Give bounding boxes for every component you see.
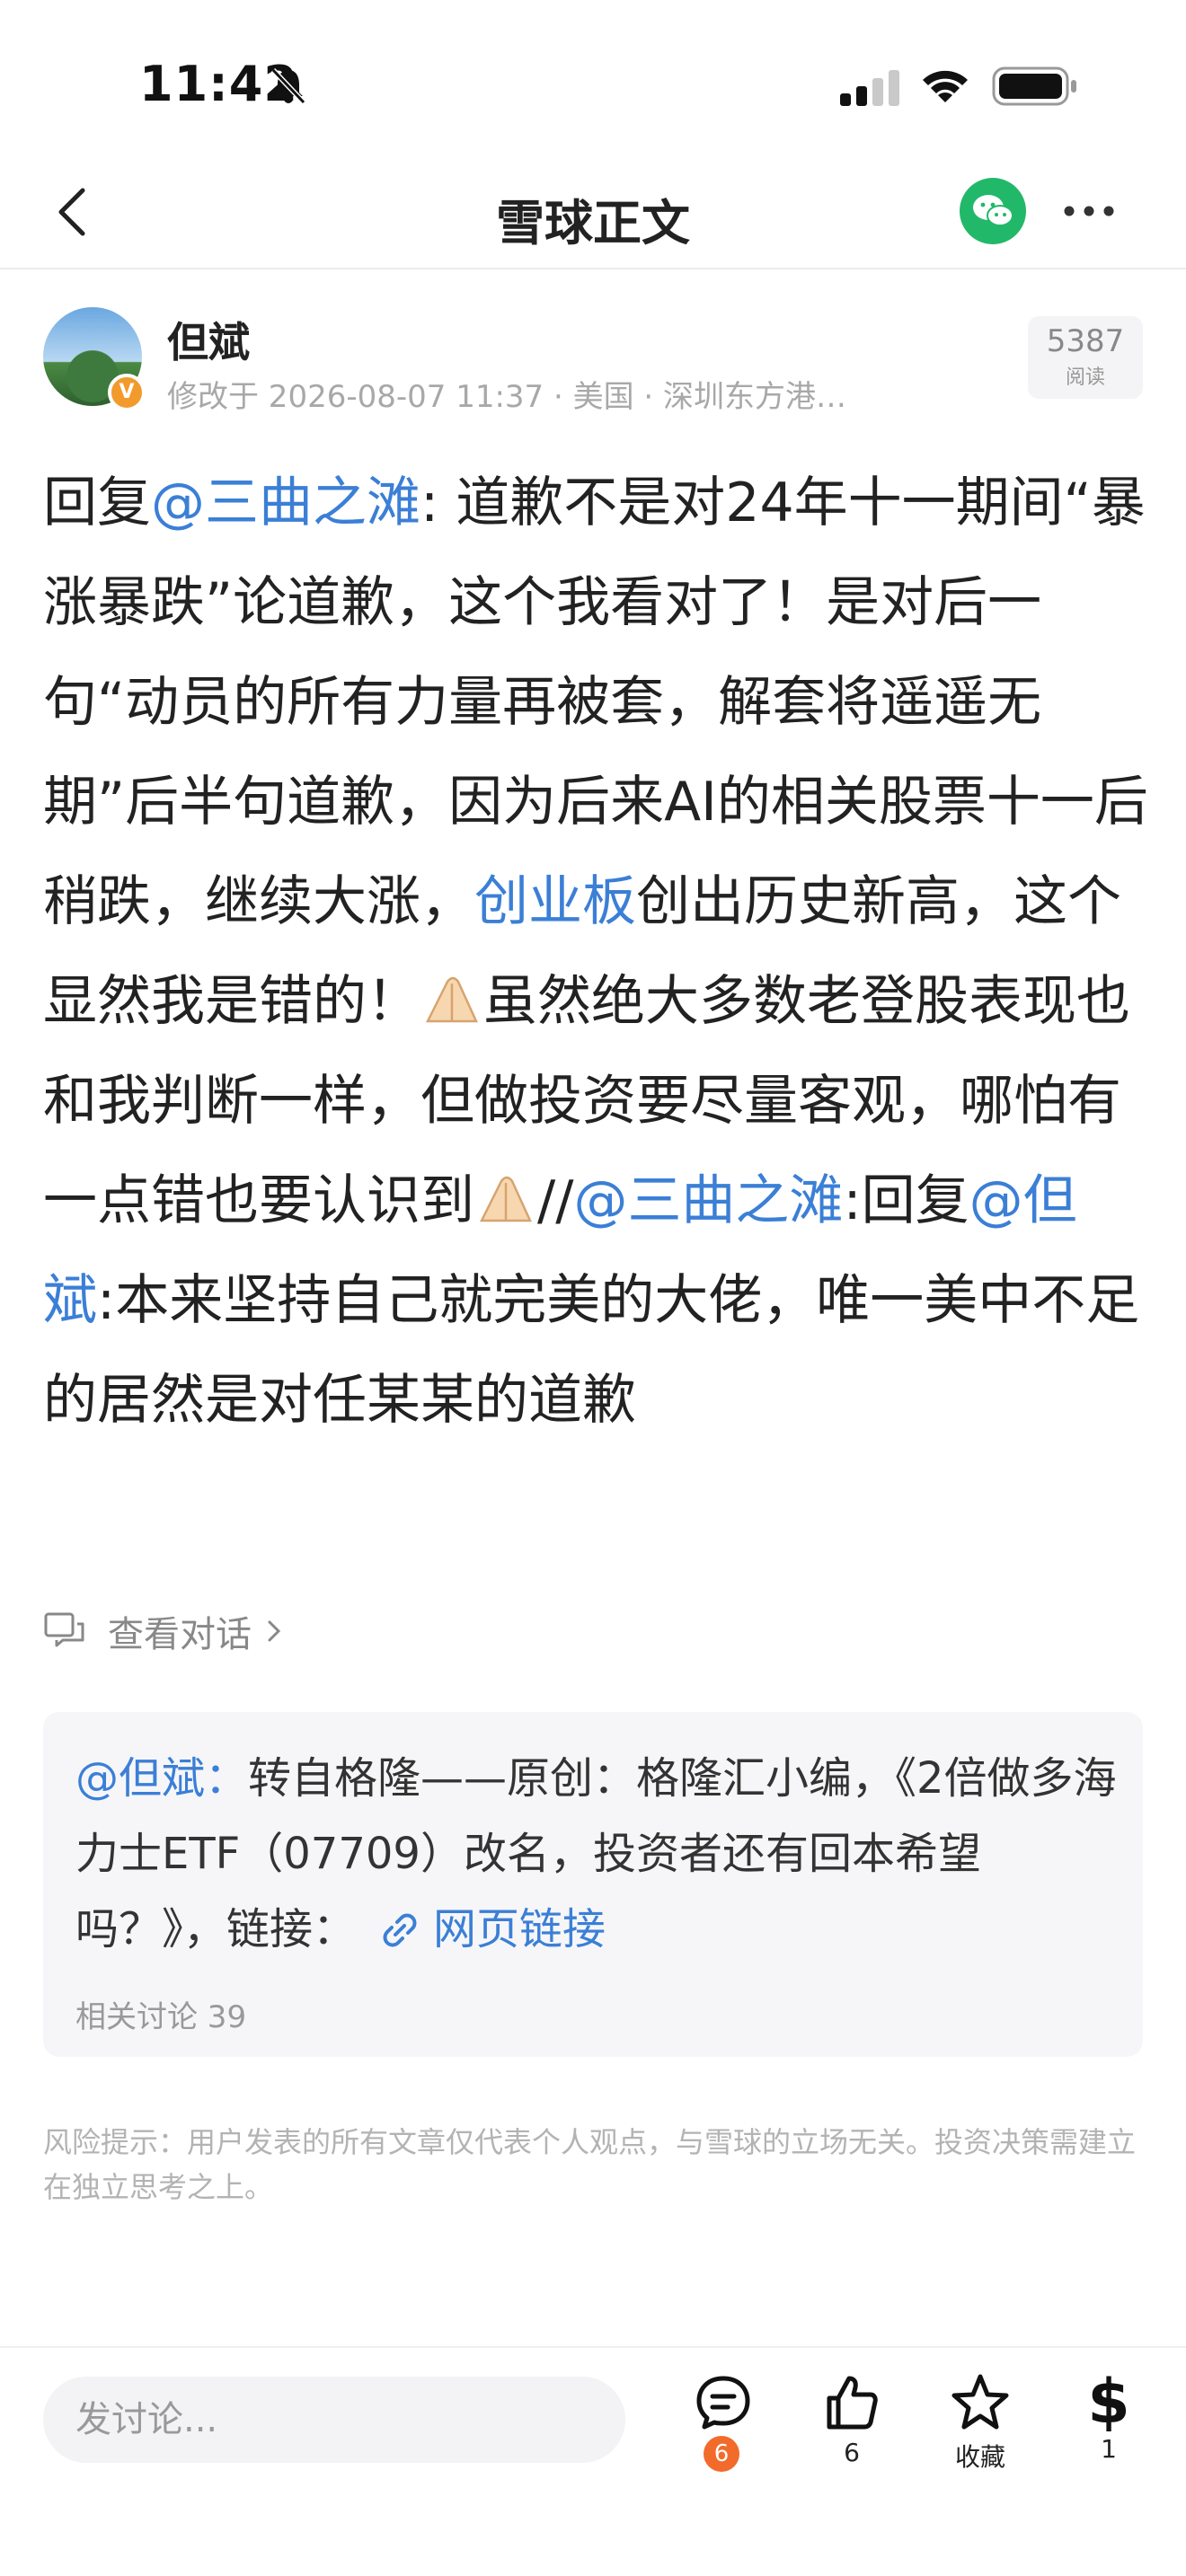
more-options-icon[interactable] [1060, 198, 1118, 225]
wechat-share-button[interactable] [960, 178, 1026, 244]
like-count: 6 [844, 2438, 860, 2467]
post-text: : 道歉不是对24年十一期间“暴涨暴跌”论道歉，这个我看对了！是对后一句“动员的… [43, 472, 1148, 933]
folded-hands-emoji-icon [425, 976, 478, 1023]
post-text: :回复 [843, 1169, 969, 1232]
post-text: 回复 [43, 472, 151, 534]
stock-tag-link[interactable]: 创业板 [474, 870, 636, 933]
bottom-action-bar: 发讨论... 6 6 收藏 $ 1 [0, 2346, 1186, 2576]
author-name[interactable]: 但斌 [167, 310, 250, 369]
dialog-bubbles-icon [44, 1612, 84, 1647]
comment-count-badge: 6 [704, 2436, 739, 2472]
post-body: 回复@三曲之滩: 道歉不是对24年十一期间“暴涨暴跌”论道歉，这个我看对了！是对… [43, 454, 1148, 1451]
risk-notice: 风险提示：用户发表的所有文章仅代表个人观点，与雪球的立场无关。投资决策需建立在独… [43, 2125, 1137, 2204]
comment-icon [696, 2376, 750, 2430]
post-text: :本来坚持自己就完美的大佬，唯一美中不足的居然是对任某某的道歉 [43, 1269, 1140, 1432]
view-dialog-label: 查看对话 [108, 1614, 252, 1655]
quote-mention-link[interactable]: @但斌： [75, 1753, 248, 1804]
read-count: 5387 [1046, 323, 1125, 359]
post-meta: 修改于 2026-08-07 11:37 · 美国 · 深圳东方港… [167, 379, 847, 415]
web-link[interactable]: 网页链接 [433, 1904, 606, 1954]
folded-hands-emoji-icon [479, 1176, 532, 1222]
bell-slash-icon [270, 67, 306, 105]
reward-count: 1 [1101, 2434, 1117, 2464]
chevron-right-icon [268, 1620, 281, 1642]
related-discussions[interactable]: 相关讨论 39 [75, 1992, 246, 2036]
read-label: 阅读 [1065, 366, 1105, 389]
post-text: // [537, 1169, 574, 1232]
star-icon [951, 2374, 1009, 2430]
mention-link[interactable]: @三曲之滩 [573, 1169, 843, 1232]
status-bar: 11:42 [0, 0, 1186, 153]
mention-link[interactable]: @三曲之滩 [151, 472, 420, 534]
favorite-label: 收藏 [954, 2442, 1005, 2472]
verified-badge: V [108, 374, 146, 411]
favorite-button[interactable]: 收藏 [926, 2371, 1034, 2474]
like-button[interactable]: 6 [798, 2371, 906, 2467]
quoted-post-text: @但斌：转自格隆——原创：格隆汇小编，《2倍做多海力士ETF（07709）改名，… [75, 1741, 1118, 1967]
thumbs-up-icon [827, 2376, 878, 2430]
nav-bar: 雪球正文 [0, 153, 1186, 269]
link-icon [383, 1913, 417, 1947]
read-count-box: 5387 阅读 [1028, 316, 1143, 399]
reward-button[interactable]: $ 1 [1055, 2367, 1163, 2465]
battery-icon [992, 66, 1076, 106]
comment-input[interactable]: 发讨论... [43, 2377, 625, 2463]
wechat-icon [973, 195, 1013, 226]
dollar-icon: $ [1087, 2367, 1130, 2438]
view-dialog-link[interactable]: 查看对话 [43, 1604, 284, 1658]
quoted-post-card[interactable]: @但斌：转自格隆——原创：格隆汇小编，《2倍做多海力士ETF（07709）改名，… [43, 1712, 1143, 2057]
wifi-icon [923, 70, 968, 102]
cellular-signal-icon [840, 70, 899, 106]
comment-button[interactable]: 6 [669, 2371, 777, 2472]
